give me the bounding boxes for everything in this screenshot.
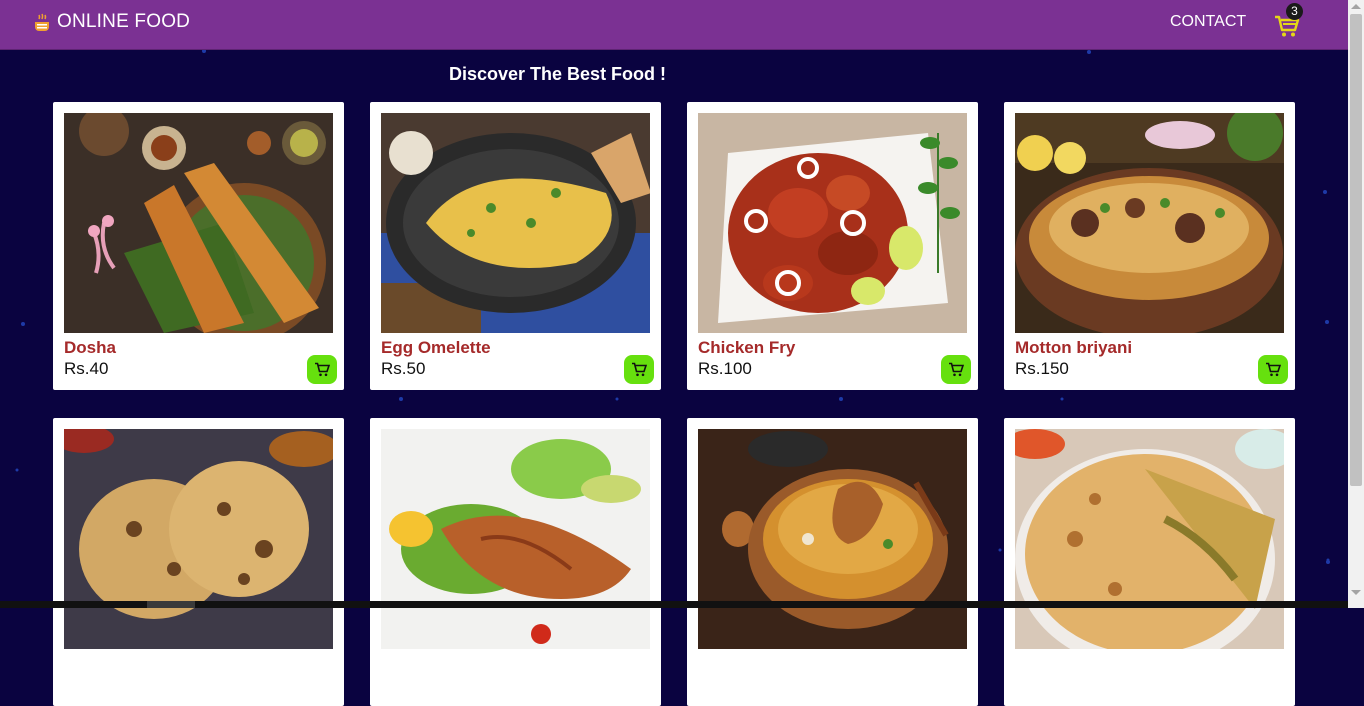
navbar: ONLINE FOOD CONTACT 3 — [0, 0, 1348, 50]
cart-icon — [632, 362, 647, 377]
add-to-cart-button[interactable] — [1258, 355, 1288, 384]
food-name: Dosha — [64, 338, 116, 357]
food-card: Motton briyani Rs.150 — [1004, 102, 1295, 390]
food-image-stuffed-paratha[interactable] — [1015, 429, 1284, 649]
food-card — [1004, 418, 1295, 706]
cart-icon — [315, 362, 330, 377]
food-image-parotta[interactable] — [64, 429, 333, 649]
food-card: Egg Omelette Rs.50 — [370, 102, 661, 390]
page-headline: Discover The Best Food ! — [449, 64, 667, 84]
scrollbar-thumb[interactable] — [1350, 14, 1362, 486]
taskbar — [0, 601, 1348, 608]
food-bowl-icon — [35, 13, 49, 31]
food-image-egg-omelette[interactable] — [381, 113, 650, 333]
add-to-cart-button[interactable] — [941, 355, 971, 384]
food-image-chicken-briyani[interactable] — [698, 429, 967, 649]
taskbar-item[interactable] — [147, 601, 195, 608]
food-card: Chicken Fry Rs.100 — [687, 102, 978, 390]
food-card — [53, 418, 344, 706]
scroll-down-arrow-icon[interactable] — [1351, 590, 1361, 595]
add-to-cart-button[interactable] — [624, 355, 654, 384]
contact-link[interactable]: CONTACT — [1170, 13, 1246, 31]
food-image-fish[interactable] — [381, 429, 650, 649]
food-image-motton-briyani[interactable] — [1015, 113, 1284, 333]
brand[interactable]: ONLINE FOOD — [33, 10, 190, 34]
food-card — [370, 418, 661, 706]
food-price: Rs.150 — [1015, 359, 1069, 378]
cart-icon — [1266, 362, 1281, 377]
cart-icon — [949, 362, 964, 377]
food-price: Rs.100 — [698, 359, 752, 378]
food-name: Egg Omelette — [381, 338, 491, 357]
food-name: Chicken Fry — [698, 338, 796, 357]
brand-title: ONLINE FOOD — [57, 11, 191, 32]
food-price: Rs.40 — [64, 359, 109, 378]
food-image-chicken-fry[interactable] — [698, 113, 967, 333]
food-card — [687, 418, 978, 706]
food-name: Motton briyani — [1015, 338, 1133, 357]
food-price: Rs.50 — [381, 359, 426, 378]
cart-count-badge: 3 — [1286, 3, 1303, 20]
add-to-cart-button[interactable] — [307, 355, 337, 384]
food-image-dosha[interactable] — [64, 113, 333, 333]
scroll-up-arrow-icon[interactable] — [1351, 4, 1361, 9]
food-card: Dosha Rs.40 — [53, 102, 344, 390]
